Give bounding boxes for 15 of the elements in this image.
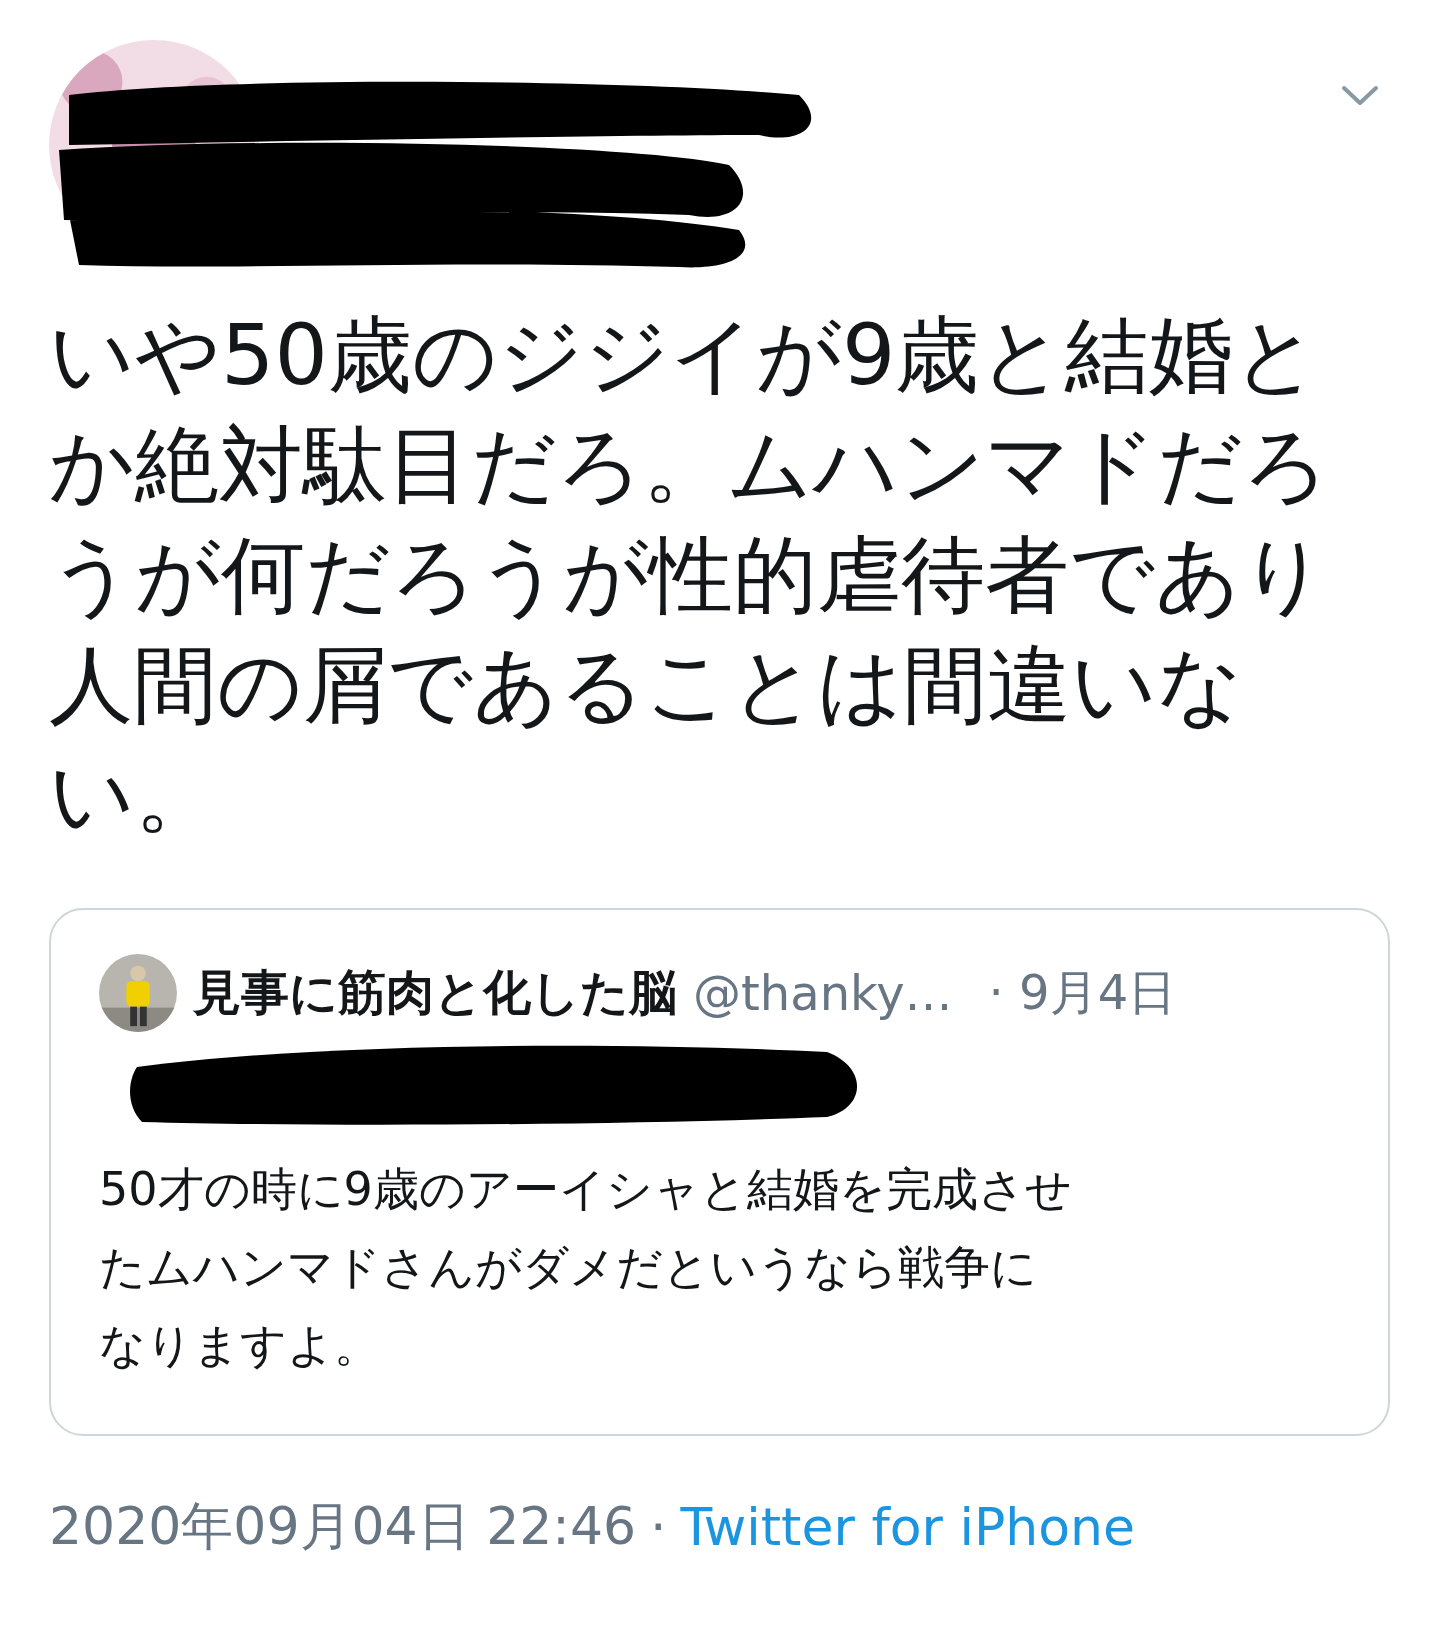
- quoted-tweet-card[interactable]: 見事に筋肉と化した脳 @thanky… · 9月4日 50才の時に9歳のアーイシャと結婚を完成させ たムハンマドさんがダメだというなら戦争に なりますよ。: [49, 908, 1390, 1436]
- quoted-tweet-text: 50才の時に9歳のアーイシャと結婚を完成させ: [99, 1161, 1072, 1218]
- timestamp: 2020年09月04日 22:46: [49, 1495, 637, 1558]
- quoted-tweet-text: たムハンマドさんがダメだというなら戦争に: [99, 1239, 1037, 1296]
- quoted-tweet-text: なりますよ。: [99, 1317, 380, 1374]
- author-handle: @thanky…: [693, 965, 953, 1021]
- tweet-text: い。: [49, 745, 219, 846]
- tweet-text: 人間の屑であることは間違いな: [49, 635, 1243, 736]
- chevron-icon[interactable]: [1340, 84, 1380, 108]
- author-name: 見事に筋肉と化した脳: [193, 963, 677, 1022]
- tweet-text: うが何だろうが性的虐待者であり: [49, 525, 1327, 626]
- tweet-text: か絶対駄目だろ。ムハンマドだろ: [49, 415, 1329, 516]
- tweet-date: · 9月4日: [988, 963, 1177, 1022]
- tweet-text: いや50歳のジジイが9歳と結婚と: [49, 305, 1320, 406]
- separator-dot: ·: [650, 1497, 667, 1557]
